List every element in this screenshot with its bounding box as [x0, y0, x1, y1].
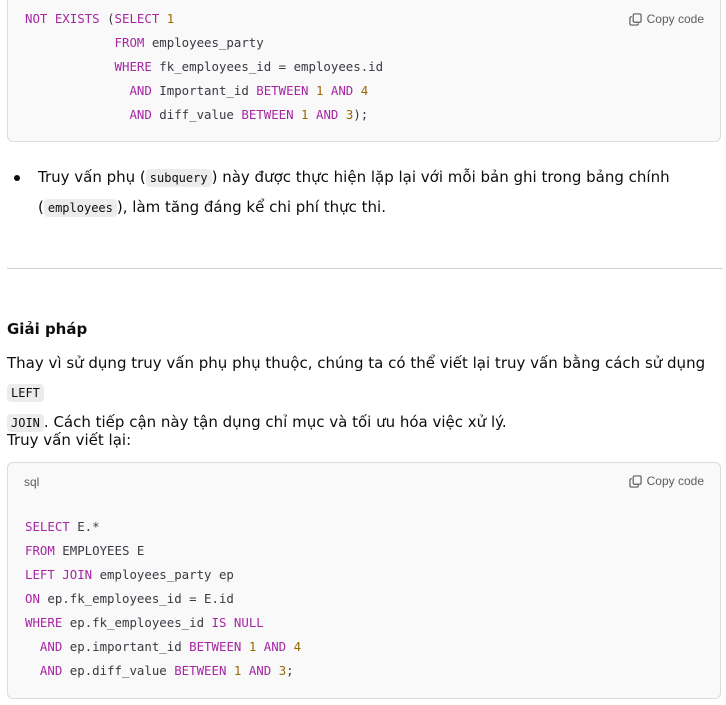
bullet-text-part: ) này được thực hiện lặp lại với mỗi bản…	[211, 168, 670, 186]
code-text: ep.fk_employees_id	[62, 615, 212, 630]
code-keyword: AND	[330, 83, 354, 98]
bullet-text-part: (	[38, 198, 44, 216]
code-line: FROM employees_party	[25, 35, 264, 50]
code-keyword: SELECT	[114, 11, 160, 26]
bullet-text-part: ), làm tăng đáng kể chi phí thực thi.	[116, 198, 386, 216]
code-keyword: AND	[315, 107, 339, 122]
code-keyword: ON	[25, 591, 40, 606]
code-keyword: FROM	[114, 35, 145, 50]
code-keyword: AND	[129, 83, 152, 98]
code-line: LEFT JOIN employees_party ep	[25, 567, 234, 582]
code-keyword: BETWEEN	[174, 663, 227, 678]
code-line: NOT EXISTS (SELECT 1	[25, 11, 174, 26]
code-text: ep.fk_employees_id = E.id	[39, 591, 234, 606]
copy-code-button[interactable]: Copy code	[628, 474, 704, 488]
code-keyword: AND	[39, 663, 63, 678]
solution-paragraph: Thay vì sử dụng truy vấn phụ phụ thuộc, …	[7, 349, 707, 438]
code-block-1: Copy code NOT EXISTS (SELECT 1 FROM empl…	[7, 0, 721, 142]
code-keyword: NOT EXISTS	[25, 11, 100, 26]
code-keyword: BETWEEN	[256, 83, 309, 98]
code-text: employees_party ep	[92, 567, 234, 582]
code-line: ON ep.fk_employees_id = E.id	[25, 591, 234, 606]
code-text: diff_value	[151, 107, 242, 122]
code-language-label: sql	[24, 475, 40, 489]
code-keyword: AND	[263, 639, 287, 654]
code-keyword: WHERE	[25, 615, 63, 630]
code-line: WHERE fk_employees_id = employees.id	[25, 59, 384, 74]
code-keyword: BETWEEN	[189, 639, 242, 654]
code-content-1: NOT EXISTS (SELECT 1 FROM employees_part…	[25, 7, 383, 127]
code-line: SELECT E.*	[25, 519, 100, 534]
code-keyword: AND	[129, 107, 152, 122]
code-line: AND diff_value BETWEEN 1 AND 3);	[25, 107, 368, 122]
copy-code-label: Copy code	[646, 474, 704, 488]
code-line: AND Important_id BETWEEN 1 AND 4	[25, 83, 368, 98]
code-text: employees_party	[144, 35, 264, 50]
copy-icon	[628, 474, 642, 488]
copy-code-button[interactable]: Copy code	[628, 12, 704, 26]
code-keyword: AND	[248, 663, 272, 678]
code-line: WHERE ep.fk_employees_id IS NULL	[25, 615, 264, 630]
code-text: fk_employees_id = employees.id	[151, 59, 384, 74]
code-number: 1	[166, 11, 175, 26]
code-number: 1	[301, 107, 309, 122]
bullet-dot	[14, 175, 20, 181]
paragraph-text: Thay vì sử dụng truy vấn phụ phụ thuộc, …	[7, 354, 706, 372]
code-line: FROM EMPLOYEES E	[25, 543, 144, 558]
section-heading: Giải pháp	[7, 320, 88, 338]
code-text: Important_id	[151, 83, 257, 98]
code-content-2: SELECT E.* FROM EMPLOYEES E LEFT JOIN em…	[25, 515, 301, 683]
inline-code-left: LEFT	[7, 384, 44, 402]
code-text: EMPLOYEES E	[54, 543, 145, 558]
code-keyword: LEFT JOIN	[25, 567, 93, 582]
code-text: );	[353, 107, 369, 122]
inline-code-subquery: subquery	[145, 169, 212, 187]
code-keyword: BETWEEN	[241, 107, 294, 122]
code-keyword: SELECT	[25, 519, 70, 534]
inline-code-employees: employees	[43, 199, 117, 217]
copy-icon	[628, 12, 642, 26]
code-block-2: sql Copy code SELECT E.* FROM EMPLOYEES …	[7, 462, 721, 699]
rewritten-query-label: Truy vấn viết lại:	[7, 431, 132, 449]
code-keyword: IS NULL	[211, 615, 264, 630]
code-keyword: WHERE	[114, 59, 152, 74]
code-keyword: AND	[39, 639, 63, 654]
code-text: ;	[286, 663, 294, 678]
copy-code-label: Copy code	[646, 12, 704, 26]
code-number: 4	[293, 639, 302, 654]
code-number: 4	[360, 83, 369, 98]
code-text: E.*	[69, 519, 100, 534]
divider	[7, 268, 723, 269]
code-keyword: FROM	[25, 543, 55, 558]
bullet-text-part: Truy vấn phụ (	[38, 168, 146, 186]
code-text: ep.diff_value	[62, 663, 175, 678]
code-line: AND ep.diff_value BETWEEN 1 AND 3;	[25, 663, 294, 678]
code-text: (	[99, 11, 115, 26]
code-line: AND ep.important_id BETWEEN 1 AND 4	[25, 639, 301, 654]
bullet-text: Truy vấn phụ (subquery) này được thực hi…	[38, 163, 718, 223]
code-text: ep.important_id	[62, 639, 190, 654]
